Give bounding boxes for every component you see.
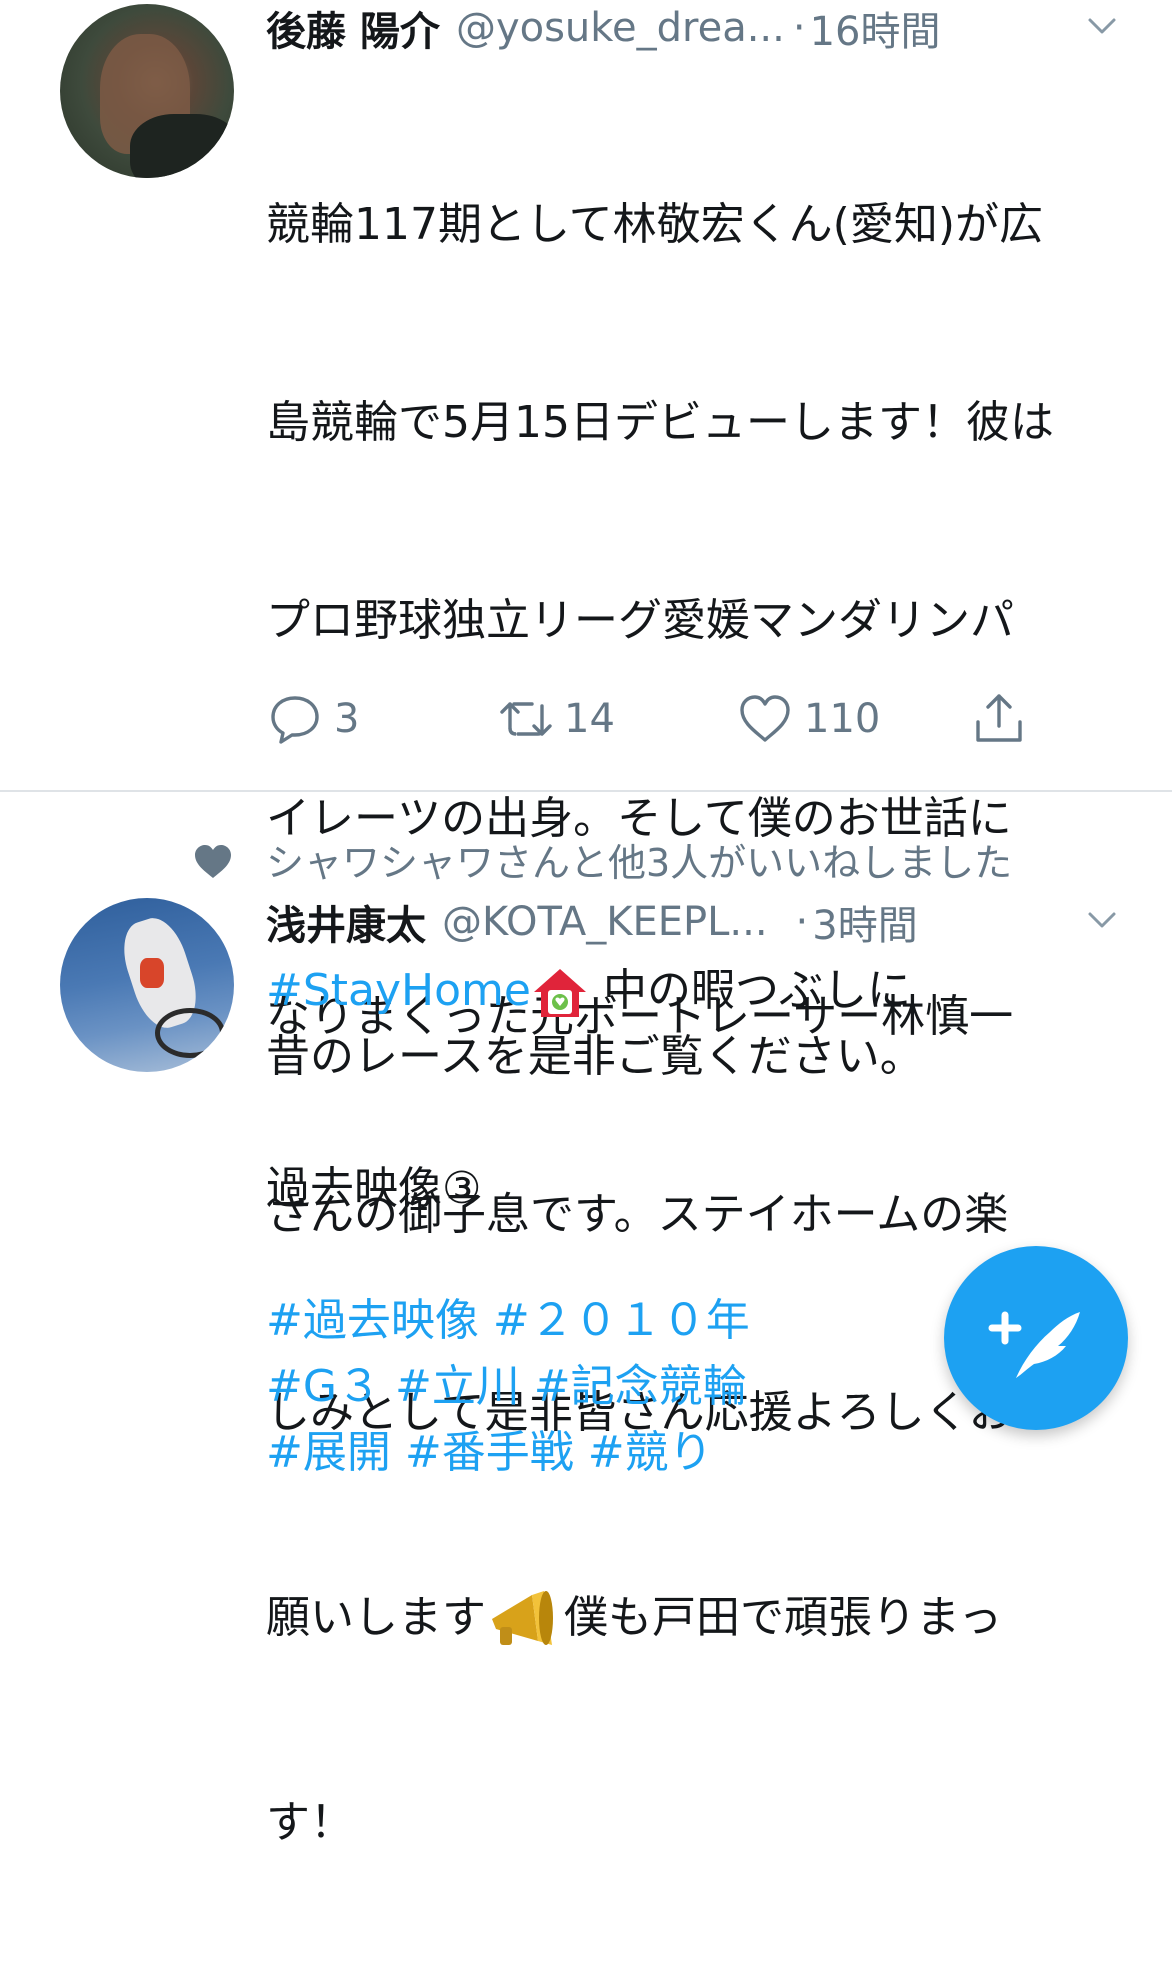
tweet-goto[interactable]: 後藤 陽介 @yosuke_drea... · 16時間 競輪117期として林敬… bbox=[0, 0, 1172, 1848]
like-button[interactable]: 110 bbox=[736, 690, 880, 748]
avatar-photo-jersey bbox=[140, 958, 164, 988]
tweet-text-line: す！ bbox=[266, 1797, 354, 1848]
tweet-actions: 3 14 110 bbox=[266, 690, 1066, 760]
megaphone-icon bbox=[492, 1591, 553, 1645]
retweet-button[interactable]: 14 bbox=[496, 690, 615, 748]
reply-button[interactable]: 3 bbox=[266, 690, 359, 748]
house-icon bbox=[534, 969, 586, 1017]
tweet-text-line-with-emoji: 願いします 僕も戸田で頑張りまっ bbox=[266, 1578, 1136, 1658]
avatar[interactable] bbox=[60, 898, 234, 1072]
reply-count: 3 bbox=[334, 696, 360, 742]
social-context[interactable]: シャワシャワさんと他3人がいいねしました bbox=[266, 832, 1012, 887]
tweet-header: 後藤 陽介 @yosuke_drea... · 16時間 bbox=[266, 0, 940, 56]
like-count: 110 bbox=[804, 696, 881, 742]
separator-dot: · bbox=[795, 899, 809, 945]
tweet-text-line: 過去映像③ bbox=[266, 1163, 482, 1214]
compose-tweet-icon bbox=[988, 1311, 1080, 1378]
tweet-text-fragment: 僕も戸田で頑張りまっ bbox=[564, 1592, 1003, 1643]
user-handle[interactable]: @KOTA_KEEPL... bbox=[442, 899, 768, 945]
hashtag-stayhome[interactable]: #StayHome bbox=[266, 965, 531, 1016]
display-name[interactable]: 後藤 陽介 bbox=[266, 0, 440, 57]
hashtag-line[interactable]: #展開 #番手戦 #競り bbox=[266, 1420, 1136, 1486]
share-button[interactable] bbox=[970, 690, 1038, 748]
avatar[interactable] bbox=[60, 4, 234, 178]
tweet-timestamp[interactable]: 16時間 bbox=[810, 0, 941, 57]
tweet-text-line: 競輪117期として林敬宏くん(愛知)が広 bbox=[266, 199, 1043, 250]
heart-icon bbox=[740, 695, 790, 742]
tweet-timestamp[interactable]: 3時間 bbox=[812, 893, 917, 951]
user-handle[interactable]: @yosuke_drea... bbox=[456, 5, 785, 51]
display-name[interactable]: 浅井康太 bbox=[266, 893, 426, 951]
share-icon bbox=[976, 694, 1022, 742]
tweet-text-line: プロ野球独立リーグ愛媛マンダリンパ bbox=[266, 595, 1014, 646]
chevron-down-icon[interactable] bbox=[1084, 902, 1120, 938]
tweet-text-fragment: 中の暇つぶしに bbox=[589, 965, 911, 1016]
tweet-text-line: 昔のレースを是非ご覧ください。 bbox=[266, 1031, 924, 1082]
heart-filled-icon bbox=[195, 845, 231, 878]
tweet-text-line: 島競輪で5月15日デビューします！彼は bbox=[266, 397, 1054, 448]
separator-dot: · bbox=[792, 5, 806, 51]
retweet-count: 14 bbox=[564, 696, 615, 742]
avatar-photo-wheel bbox=[155, 1008, 225, 1058]
chevron-down-icon[interactable] bbox=[1084, 8, 1120, 44]
compose-tweet-button[interactable] bbox=[944, 1246, 1128, 1430]
retweet-icon bbox=[500, 702, 552, 736]
tweet-header: 浅井康太 @KOTA_KEEPL... · 3時間 bbox=[266, 894, 918, 950]
tweet-text-fragment: 願いします bbox=[266, 1592, 486, 1643]
reply-icon bbox=[271, 696, 319, 744]
avatar-photo-body bbox=[130, 114, 234, 178]
tweet-text-line-with-emoji: #StayHome 中の暇つぶしに bbox=[266, 958, 1136, 1024]
